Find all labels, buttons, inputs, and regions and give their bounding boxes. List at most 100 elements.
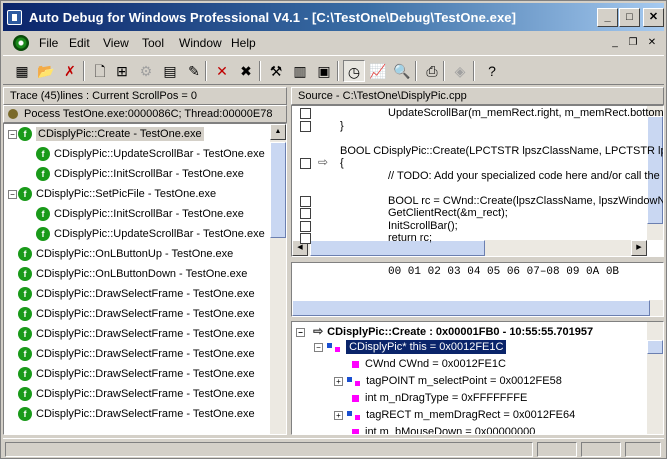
close-button[interactable]: ✕	[643, 8, 664, 27]
trace-chart-icon[interactable]: 📈	[367, 60, 389, 82]
hex-hscroll[interactable]	[292, 300, 663, 316]
open-folder-icon[interactable]: 📂	[35, 60, 57, 82]
report-icon[interactable]: ▥	[289, 60, 311, 82]
child-close-button[interactable]: ✕	[644, 36, 660, 50]
trace-row-label: CDisplyPic::InitScrollBar - TestOne.exe	[54, 208, 244, 220]
trace-row[interactable]: f CDisplyPic::DrawSelectFrame - TestOne.e…	[8, 344, 255, 364]
trace-row[interactable]: f CDisplyPic::DrawSelectFrame - TestOne.e…	[8, 384, 255, 404]
collapse-toggle[interactable]: −	[8, 189, 17, 199]
trace-row[interactable]: − f CDisplyPic::Create - TestOne.exe	[8, 124, 204, 144]
open-project-icon[interactable]: ▦	[11, 60, 33, 82]
breakpoint-checkbox[interactable]	[300, 195, 311, 207]
expand-toggle[interactable]: +	[334, 410, 343, 420]
menu-tool[interactable]: Tool	[142, 36, 164, 50]
trace-row-label: CDisplyPic::SetPicFile - TestOne.exe	[36, 188, 217, 200]
disabled-plugin-icon[interactable]: ◈	[449, 60, 471, 82]
trace-row[interactable]: f CDisplyPic::DrawSelectFrame - TestOne.e…	[8, 304, 255, 324]
clear-all-icon[interactable]: ✖	[235, 60, 257, 82]
menu-view[interactable]: View	[103, 36, 129, 50]
toolbar-separator	[415, 61, 417, 81]
title-bar[interactable]: Auto Debug for Windows Professional V4.1…	[3, 3, 664, 31]
toolbar-separator	[205, 61, 207, 81]
trace-row[interactable]: f CDisplyPic::UpdateScrollBar - TestOne.e…	[36, 224, 265, 244]
variable-row[interactable]: + tagRECT m_memDragRect = 0x0012FE64	[334, 407, 575, 424]
find-icon[interactable]: 🔍	[391, 60, 413, 82]
trace-row[interactable]: f CDisplyPic::InitScrollBar - TestOne.exe	[36, 204, 244, 224]
variable-row[interactable]: int m_bMouseDown = 0x00000000	[352, 424, 535, 434]
toolbar-separator	[337, 61, 339, 81]
trace-tree[interactable]: ▲ − f CDisplyPic::Create - TestOne.exe f CDi…	[3, 123, 287, 435]
hex-column-header: 00 01 02 03 04 05 06 07–08 09 0A 0B	[388, 266, 620, 278]
trace-row[interactable]: f CDisplyPic::DrawSelectFrame - TestOne.e…	[8, 364, 255, 384]
hex-view[interactable]: 00 01 02 03 04 05 06 07–08 09 0A 0B	[291, 262, 664, 317]
disabled-gear-icon[interactable]: ⚙	[135, 60, 157, 82]
collapse-toggle[interactable]: −	[296, 327, 305, 337]
expand-toggle[interactable]: +	[334, 376, 343, 386]
close-project-icon[interactable]: ✗	[59, 60, 81, 82]
function-icon: f	[18, 127, 32, 142]
trace-row[interactable]: − f CDisplyPic::SetPicFile - TestOne.exe	[8, 184, 216, 204]
variable-row[interactable]: CWnd CWnd = 0x0012FE1C	[352, 356, 506, 373]
breakpoint-checkbox[interactable]	[300, 158, 311, 169]
menu-file[interactable]: File	[39, 36, 58, 50]
trace-row[interactable]: f CDisplyPic::InitScrollBar - TestOne.exe	[36, 164, 244, 184]
edit-icon[interactable]: ✎	[183, 60, 205, 82]
variable-label: tagRECT m_memDragRect = 0x0012FE64	[366, 409, 576, 421]
maximize-button[interactable]: □	[619, 8, 640, 27]
member-icon	[352, 394, 359, 402]
remove-icon[interactable]: ✕	[211, 60, 233, 82]
clock-icon[interactable]: ◷	[343, 60, 365, 82]
settings-tools-icon[interactable]: ⚒	[265, 60, 287, 82]
document-system-icon[interactable]	[13, 35, 29, 51]
trace-row[interactable]: f CDisplyPic::OnLButtonUp - TestOne.exe	[8, 244, 233, 264]
function-icon: f	[18, 367, 32, 382]
breakpoint-checkbox[interactable]	[300, 220, 311, 232]
arrow-right-icon: ⇨	[313, 324, 324, 338]
hex-hscroll-thumb[interactable]	[292, 300, 650, 316]
collapse-toggle[interactable]: −	[8, 129, 17, 139]
var-root-row[interactable]: − ⇨ CDisplyPic::Create : 0x00001FB0 - 10:…	[296, 323, 593, 340]
breakpoint-checkbox[interactable]	[300, 208, 311, 219]
breakpoint-checkbox[interactable]	[300, 120, 311, 132]
minimize-button[interactable]: _	[597, 8, 618, 27]
menu-help[interactable]: Help	[231, 36, 256, 50]
module-tree-icon[interactable]: ⊞	[111, 60, 133, 82]
print-icon[interactable]: ⎙	[421, 60, 443, 82]
child-restore-button[interactable]: ❐	[625, 36, 641, 50]
object-icon	[327, 342, 342, 353]
var-this-row[interactable]: − CDisplyPic* this = 0x0012FE1C	[314, 339, 507, 356]
help-icon[interactable]: ?	[481, 60, 503, 82]
child-minimize-button[interactable]: _	[607, 36, 623, 50]
breakpoint-checkbox[interactable]	[300, 108, 311, 119]
toolbar-separator	[473, 61, 475, 81]
scroll-up-button[interactable]: ▲	[270, 124, 286, 140]
vars-scroll-thumb[interactable]	[647, 340, 663, 354]
properties-icon[interactable]: ▤	[159, 60, 181, 82]
trace-vscroll[interactable]: ▲	[270, 124, 286, 434]
export-icon[interactable]: ▣	[313, 60, 335, 82]
var-root-label: CDisplyPic::Create : 0x00001FB0 - 10:55:…	[327, 326, 594, 338]
trace-row-label: CDisplyPic::DrawSelectFrame - TestOne.ex…	[36, 348, 255, 360]
menu-edit[interactable]: Edit	[69, 36, 90, 50]
scroll-thumb[interactable]	[270, 142, 286, 238]
source-view[interactable]: ◀ ▶ UpdateScrollBar(m_memRect.right, m_m…	[291, 105, 664, 257]
vars-vscroll[interactable]	[647, 322, 663, 434]
variable-row[interactable]: int m_nDragType = 0xFFFFFFFE	[352, 390, 527, 407]
variable-row[interactable]: + tagPOINT m_selectPoint = 0x0012FE58	[334, 373, 562, 390]
new-file-icon[interactable]: 🗋	[89, 60, 111, 82]
scroll-right-button[interactable]: ▶	[631, 240, 647, 256]
trace-row[interactable]: f CDisplyPic::UpdateScrollBar - TestOne.e…	[36, 144, 265, 164]
source-hscroll[interactable]: ◀ ▶	[292, 240, 647, 256]
collapse-toggle[interactable]: −	[314, 342, 323, 352]
process-row[interactable]: Pocess TestOne.exe:0000086C; Thread:0000…	[3, 105, 287, 123]
toolbar-separator	[83, 61, 85, 81]
variables-tree[interactable]: − ⇨ CDisplyPic::Create : 0x00001FB0 - 10:…	[291, 321, 664, 435]
function-icon: f	[36, 167, 50, 182]
trace-row[interactable]: f CDisplyPic::DrawSelectFrame - TestOne.e…	[8, 324, 255, 344]
breakpoint-checkbox[interactable]	[300, 233, 311, 244]
trace-row[interactable]: f CDisplyPic::DrawSelectFrame - TestOne.e…	[8, 404, 255, 424]
function-icon: f	[18, 387, 32, 402]
trace-row[interactable]: f CDisplyPic::OnLButtonDown - TestOne.exe	[8, 264, 247, 284]
menu-window[interactable]: Window	[179, 36, 222, 50]
trace-row[interactable]: f CDisplyPic::DrawSelectFrame - TestOne.e…	[8, 284, 255, 304]
